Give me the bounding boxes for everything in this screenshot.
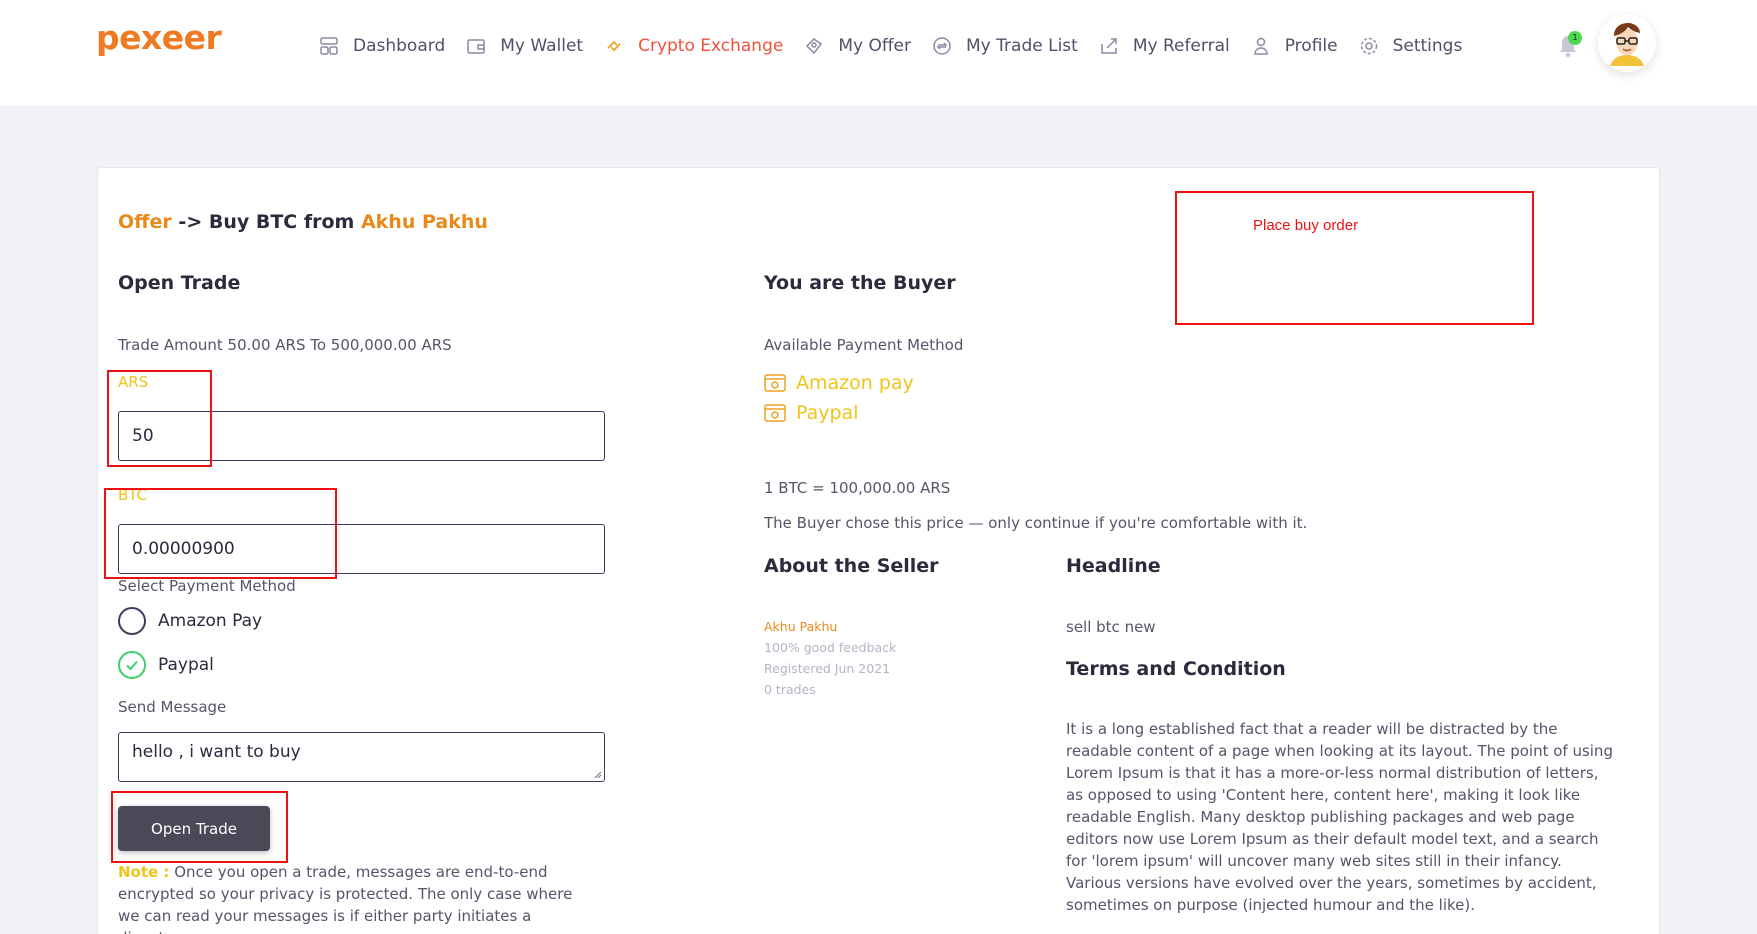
price-note: The Buyer chose this price — only contin… xyxy=(764,514,1308,532)
avatar[interactable] xyxy=(1598,14,1656,72)
seller-feedback: 100% good feedback xyxy=(764,640,897,655)
nav-crypto-exchange[interactable]: Crypto Exchange xyxy=(603,35,783,57)
main-nav: Dashboard My Wallet Crypto Exchange My O… xyxy=(318,34,1482,58)
nav-my-offer[interactable]: My Offer xyxy=(803,35,911,57)
nav-label: My Offer xyxy=(838,36,912,56)
payment-card-icon xyxy=(764,374,786,392)
nav-dashboard[interactable]: Dashboard xyxy=(318,35,445,57)
terms-title: Terms and Condition xyxy=(1066,658,1286,680)
radio-unchecked-icon xyxy=(118,607,146,635)
payment-option-amazon-pay[interactable]: Amazon Pay xyxy=(118,607,262,635)
nav-label: Settings xyxy=(1392,36,1463,56)
nav-settings[interactable]: Settings xyxy=(1358,35,1463,57)
annotation-box xyxy=(104,488,337,579)
available-method-amazon: Amazon pay xyxy=(764,372,914,394)
nav-label: Profile xyxy=(1284,36,1338,56)
message-textarea[interactable]: hello , i want to buy xyxy=(118,732,605,782)
user-icon xyxy=(1250,35,1272,57)
seller-registered: Registered Jun 2021 xyxy=(764,661,891,676)
breadcrumb-offer[interactable]: Offer xyxy=(118,211,172,233)
seller-trades: 0 trades xyxy=(764,682,816,697)
annotation-label: Place buy order xyxy=(1253,217,1359,234)
resize-handle-icon[interactable] xyxy=(594,771,602,779)
trade-amount-range: Trade Amount 50.00 ARS To 500,000.00 ARS xyxy=(118,336,452,354)
radio-checked-icon xyxy=(118,651,146,679)
trade-note: Note : Once you open a trade, messages a… xyxy=(118,861,588,934)
exchange-icon xyxy=(603,35,625,57)
nav-profile[interactable]: Profile xyxy=(1250,35,1338,57)
notification-badge: 1 xyxy=(1568,31,1582,45)
wallet-icon xyxy=(465,35,487,57)
buyer-title: You are the Buyer xyxy=(764,272,956,294)
send-message-label: Send Message xyxy=(118,698,227,716)
dashboard-icon xyxy=(318,35,340,57)
payment-option-label: Amazon Pay xyxy=(158,611,263,631)
seller-name[interactable]: Akhu Pakhu xyxy=(764,619,837,634)
breadcrumb-seller[interactable]: Akhu Pakhu xyxy=(361,211,488,233)
nav-label: My Referral xyxy=(1132,36,1230,56)
nav-my-trade-list[interactable]: My Trade List xyxy=(931,35,1078,57)
available-method-paypal: Paypal xyxy=(764,402,858,424)
trade-list-icon xyxy=(931,35,953,57)
payment-method-label: Select Payment Method xyxy=(118,577,296,595)
breadcrumb-middle: -> Buy BTC from xyxy=(171,211,361,233)
method-label: Amazon pay xyxy=(796,372,914,394)
nav-label: Dashboard xyxy=(353,36,446,56)
breadcrumb: Offer -> Buy BTC from Akhu Pakhu xyxy=(118,211,488,233)
nav-label: My Wallet xyxy=(500,36,584,56)
open-trade-title: Open Trade xyxy=(118,272,241,294)
nav-my-referral[interactable]: My Referral xyxy=(1098,35,1230,57)
referral-icon xyxy=(1098,35,1120,57)
annotation-box xyxy=(107,370,212,467)
annotation-box xyxy=(1175,191,1534,325)
annotation-box xyxy=(111,791,288,863)
gear-icon xyxy=(1358,35,1380,57)
exchange-rate: 1 BTC = 100,000.00 ARS xyxy=(764,479,951,497)
payment-option-label: Paypal xyxy=(158,655,214,675)
headline-text: sell btc new xyxy=(1066,618,1156,636)
payment-card-icon xyxy=(764,404,786,422)
terms-text: It is a long established fact that a rea… xyxy=(1066,720,1613,914)
nav-label: My Trade List xyxy=(966,36,1078,56)
payment-option-paypal[interactable]: Paypal xyxy=(118,651,214,679)
available-payment-label: Available Payment Method xyxy=(764,336,964,354)
nav-my-wallet[interactable]: My Wallet xyxy=(465,35,583,57)
offer-icon xyxy=(803,35,825,57)
note-text: Once you open a trade, messages are end-… xyxy=(118,863,573,934)
about-seller-title: About the Seller xyxy=(764,555,939,577)
note-label: Note : xyxy=(118,863,170,881)
logo[interactable]: pexeer xyxy=(96,18,222,57)
message-value: hello , i want to buy xyxy=(132,742,301,762)
method-label: Paypal xyxy=(796,402,859,424)
headline-title: Headline xyxy=(1066,555,1161,577)
nav-label: Crypto Exchange xyxy=(638,36,784,56)
